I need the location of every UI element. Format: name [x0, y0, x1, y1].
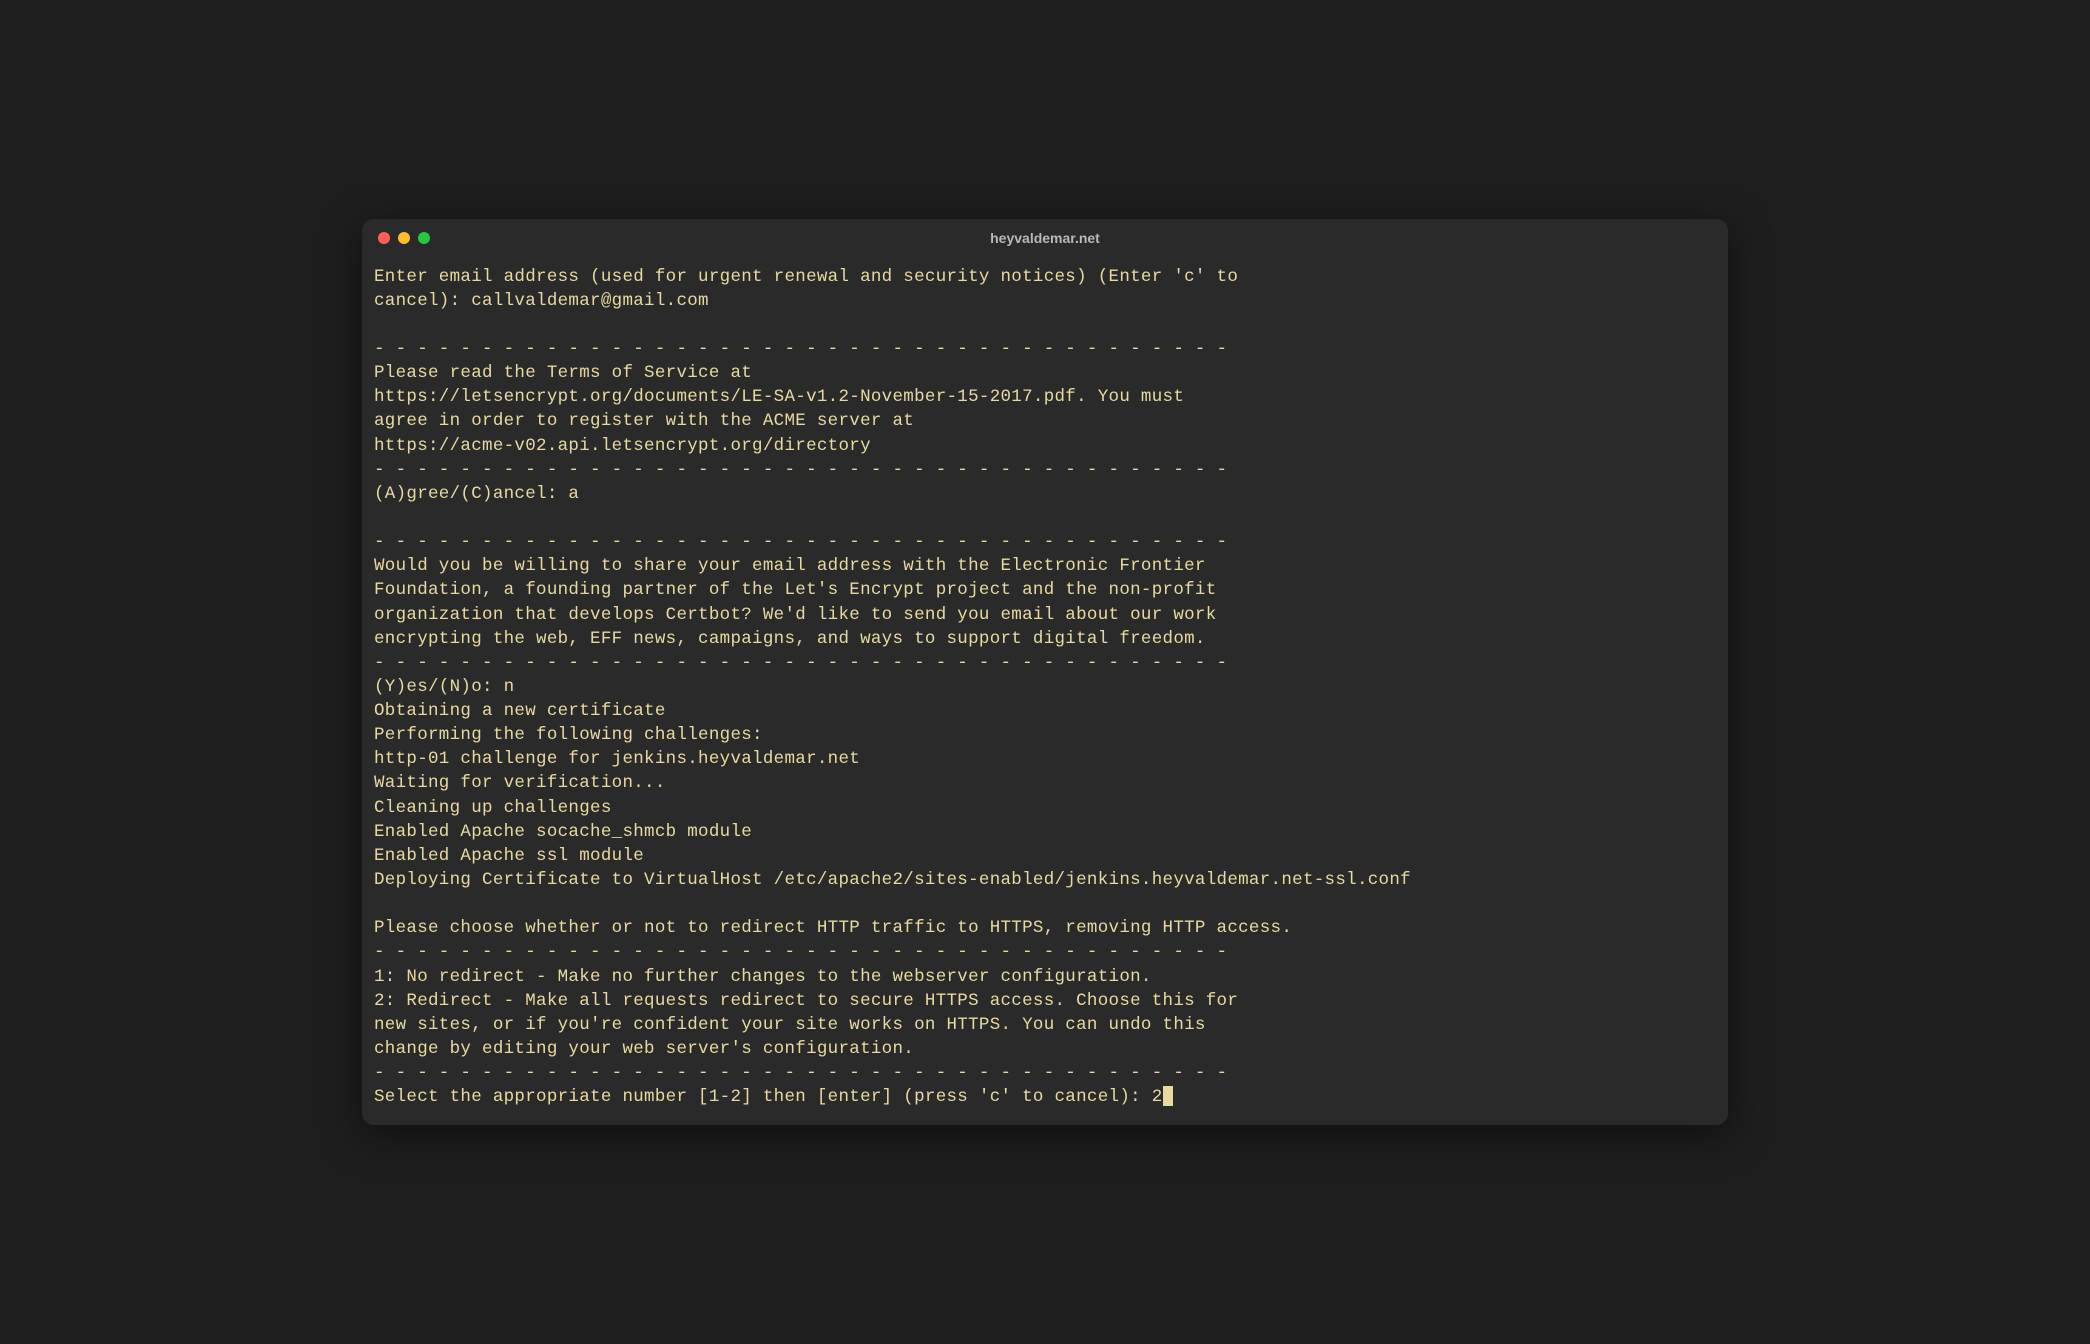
maximize-button[interactable] [418, 232, 430, 244]
minimize-button[interactable] [398, 232, 410, 244]
terminal-window: heyvaldemar.net Enter email address (use… [362, 219, 1728, 1126]
titlebar: heyvaldemar.net [362, 219, 1728, 257]
terminal-prompt-line: Select the appropriate number [1-2] then… [374, 1087, 1163, 1107]
cursor [1163, 1086, 1173, 1106]
window-title: heyvaldemar.net [378, 230, 1712, 246]
traffic-lights [378, 232, 430, 244]
terminal-body[interactable]: Enter email address (used for urgent ren… [362, 257, 1728, 1126]
close-button[interactable] [378, 232, 390, 244]
terminal-output: Enter email address (used for urgent ren… [374, 267, 1411, 1084]
